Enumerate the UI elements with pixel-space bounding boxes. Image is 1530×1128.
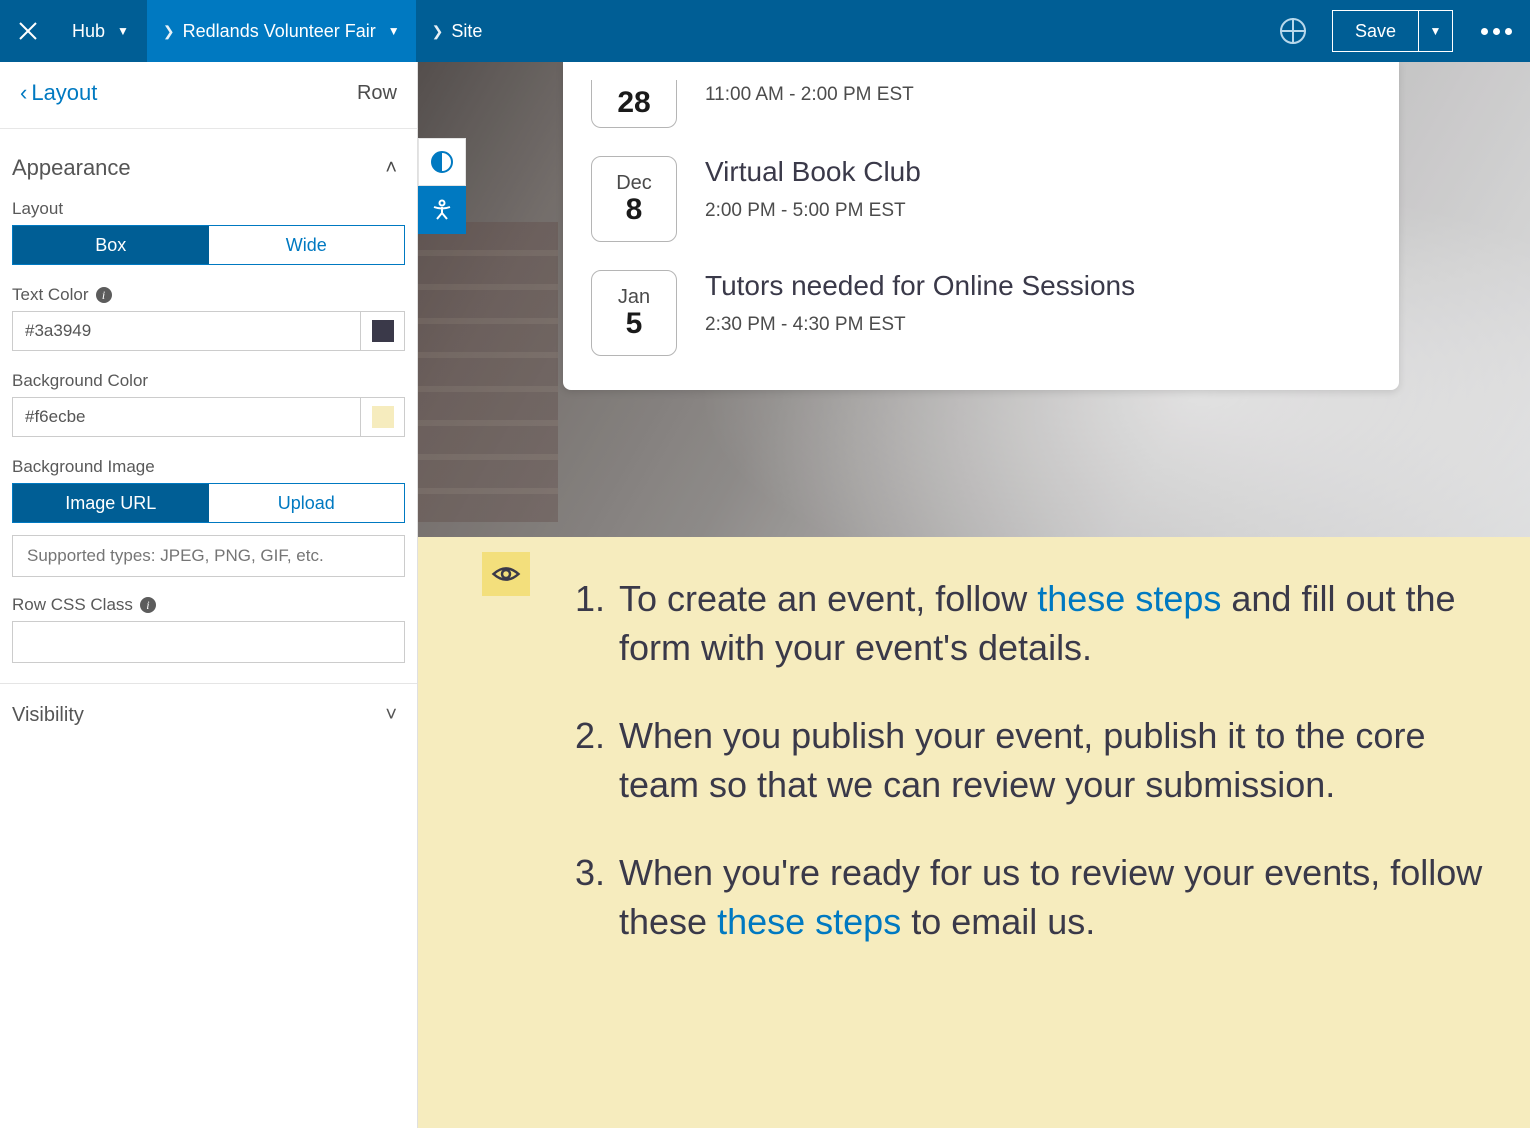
breadcrumb-item-active[interactable]: ❯ Redlands Volunteer Fair ▼ — [147, 0, 416, 62]
info-icon[interactable]: i — [96, 287, 112, 303]
info-icon[interactable]: i — [140, 597, 156, 613]
event-title: Tutors needed for Online Sessions — [705, 270, 1135, 302]
dot-icon — [1493, 28, 1500, 35]
breadcrumb-label: Redlands Volunteer Fair — [183, 21, 376, 42]
breadcrumb-item-site[interactable]: ❯ Site — [416, 0, 499, 62]
appearance-section-toggle[interactable]: Appearance ˄ — [0, 129, 417, 185]
row-css-input[interactable] — [12, 621, 405, 663]
visibility-badge[interactable] — [482, 552, 530, 596]
bg-image-toggle: Image URL Upload — [12, 483, 405, 523]
page-canvas: 28 11:00 AM - 2:00 PM EST Dec 8 Virtual … — [418, 62, 1530, 1128]
back-label: Layout — [31, 80, 97, 106]
layout-label: Layout — [12, 199, 405, 219]
event-row[interactable]: 28 11:00 AM - 2:00 PM EST — [591, 62, 1371, 138]
event-time: 2:00 PM - 5:00 PM EST — [705, 200, 921, 222]
event-month: Jan — [618, 286, 650, 309]
chevron-up-icon: ˄ — [385, 157, 397, 180]
save-dropdown-button[interactable]: ▼ — [1419, 10, 1453, 52]
row-css-label: Row CSS Class i — [12, 595, 405, 615]
bg-image-option-url[interactable]: Image URL — [13, 484, 209, 522]
chevron-down-icon: ▼ — [117, 24, 129, 38]
event-day: 28 — [617, 86, 650, 120]
layout-option-box[interactable]: Box — [13, 226, 209, 264]
event-title: Virtual Book Club — [705, 156, 921, 188]
steps-link[interactable]: these steps — [1037, 578, 1221, 619]
hub-label: Hub — [72, 21, 105, 42]
layout-toggle: Box Wide — [12, 225, 405, 265]
breadcrumb-label: Site — [451, 21, 482, 42]
contrast-check-button[interactable] — [418, 138, 466, 186]
bg-color-input[interactable] — [13, 398, 360, 436]
top-bar: Hub ▼ ❯ Redlands Volunteer Fair ▼ ❯ Site… — [0, 0, 1530, 62]
accessibility-icon — [430, 198, 454, 222]
chevron-right-icon: ❯ — [432, 23, 444, 40]
bg-image-option-upload[interactable]: Upload — [209, 484, 405, 522]
canvas-toolbar — [418, 138, 466, 234]
list-item: 3. When you're ready for us to review yo… — [563, 849, 1510, 946]
visibility-section-toggle[interactable]: Visibility ˅ — [0, 684, 417, 727]
contrast-icon — [431, 151, 453, 173]
instructions-list: 1. To create an event, follow these step… — [563, 575, 1510, 987]
close-button[interactable] — [0, 0, 56, 62]
event-time: 11:00 AM - 2:00 PM EST — [705, 84, 914, 106]
chevron-down-icon: ˅ — [385, 704, 397, 727]
close-icon — [16, 18, 40, 44]
event-day: 5 — [626, 307, 643, 341]
event-row[interactable]: Dec 8 Virtual Book Club 2:00 PM - 5:00 P… — [591, 138, 1371, 252]
settings-panel: ‹ Layout Row Appearance ˄ Layout Box Wid… — [0, 62, 418, 1128]
dot-icon — [1481, 28, 1488, 35]
chevron-down-icon: ▼ — [1430, 24, 1442, 38]
instructions-section: 1. To create an event, follow these step… — [418, 537, 1530, 1128]
more-menu[interactable] — [1463, 0, 1530, 62]
globe-button[interactable] — [1264, 0, 1322, 62]
save-button[interactable]: Save — [1332, 10, 1419, 52]
event-date-box: Jan 5 — [591, 270, 677, 356]
list-item: 2. When you publish your event, publish … — [563, 712, 1510, 809]
section-title: Visibility — [12, 704, 84, 727]
chevron-left-icon: ‹ — [20, 80, 27, 106]
back-to-layout[interactable]: ‹ Layout — [20, 80, 97, 106]
dot-icon — [1505, 28, 1512, 35]
text-color-input[interactable] — [13, 312, 360, 350]
chevron-down-icon: ▼ — [388, 24, 400, 38]
bg-image-url-input[interactable] — [12, 535, 405, 577]
hub-menu[interactable]: Hub ▼ — [56, 0, 147, 62]
eye-icon — [491, 559, 521, 589]
event-month: Dec — [616, 172, 652, 195]
accessibility-button[interactable] — [418, 186, 466, 234]
list-item: 1. To create an event, follow these step… — [563, 575, 1510, 672]
text-color-label: Text Color i — [12, 285, 405, 305]
bg-color-label: Background Color — [12, 371, 405, 391]
chevron-right-icon: ❯ — [163, 23, 175, 40]
event-day: 8 — [626, 193, 643, 227]
event-time: 2:30 PM - 4:30 PM EST — [705, 314, 1135, 336]
event-row[interactable]: Jan 5 Tutors needed for Online Sessions … — [591, 252, 1371, 366]
events-card: 28 11:00 AM - 2:00 PM EST Dec 8 Virtual … — [563, 62, 1399, 390]
layout-option-wide[interactable]: Wide — [209, 226, 405, 264]
text-color-swatch[interactable] — [360, 312, 404, 350]
globe-icon — [1280, 18, 1306, 44]
steps-link[interactable]: these steps — [717, 901, 901, 942]
event-date-box: Dec 8 — [591, 156, 677, 242]
event-date-box: 28 — [591, 80, 677, 128]
section-title: Appearance — [12, 155, 131, 181]
bg-image-label: Background Image — [12, 457, 405, 477]
context-label: Row — [357, 82, 397, 105]
bg-color-swatch[interactable] — [360, 398, 404, 436]
